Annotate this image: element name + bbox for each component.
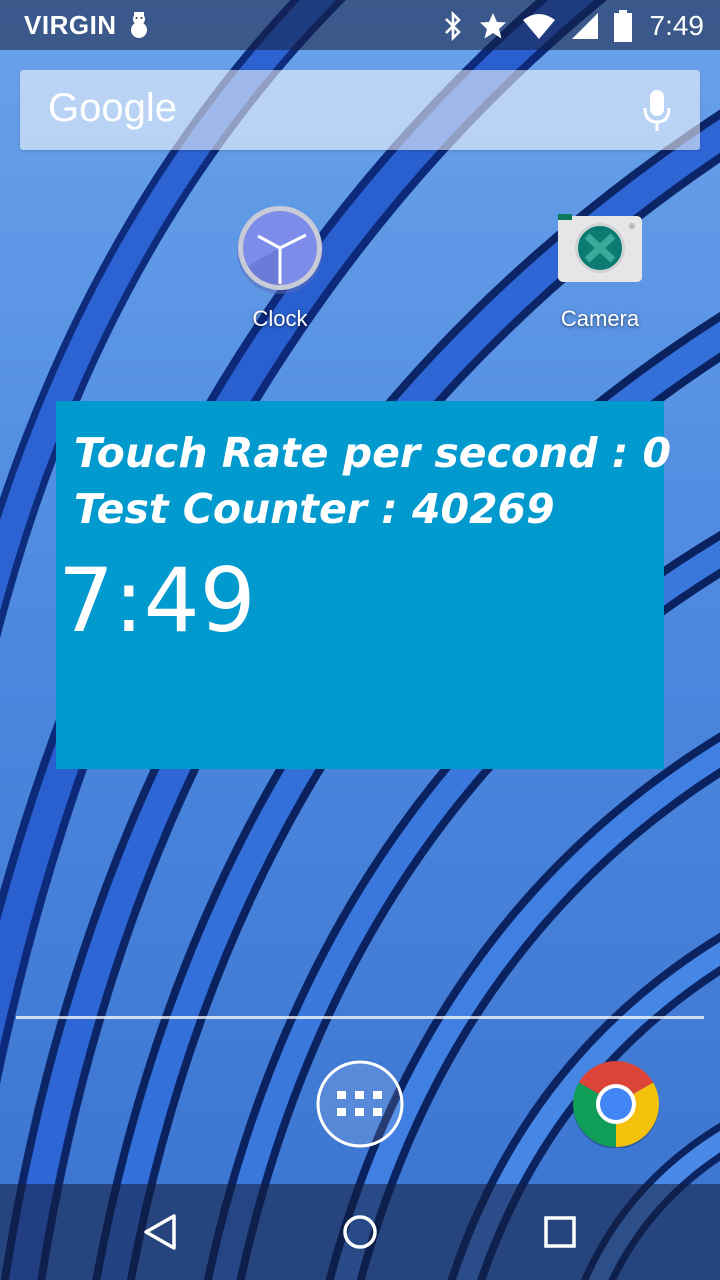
app-label-camera: Camera <box>560 306 640 331</box>
status-bar: VIRGIN 7:49 <box>0 0 720 50</box>
mic-icon[interactable] <box>642 88 672 134</box>
star-icon <box>479 13 506 39</box>
status-time: 7:49 <box>649 10 705 41</box>
touch-test-widget[interactable]: Touch Rate per second : 0 Test Counter :… <box>56 401 671 769</box>
home-screen: VIRGIN 7:49 Google Clock Camera Touch Ra… <box>0 0 720 1280</box>
camera-app-icon <box>558 214 642 282</box>
google-search-bar[interactable]: Google <box>20 70 700 150</box>
battery-icon <box>613 10 632 42</box>
bluetooth-icon <box>444 11 461 41</box>
app-drawer-icon[interactable] <box>316 1060 404 1148</box>
back-icon[interactable] <box>136 1208 184 1256</box>
app-label-clock: Clock <box>252 306 308 331</box>
test-counter-text: Test Counter : 40269 <box>74 485 555 533</box>
clock-app-icon <box>237 206 323 294</box>
chrome-icon[interactable] <box>572 1060 660 1148</box>
app-camera[interactable]: Camera <box>530 204 670 332</box>
home-icon[interactable] <box>336 1208 384 1256</box>
touch-rate-text: Touch Rate per second : 0 <box>74 429 672 477</box>
app-clock[interactable]: Clock <box>210 204 350 332</box>
widget-clock-time: 7:49 <box>58 549 256 652</box>
snowman-icon <box>131 12 147 38</box>
dock-divider <box>16 1016 704 1019</box>
recents-icon[interactable] <box>536 1208 584 1256</box>
signal-icon <box>571 13 598 39</box>
navigation-bar <box>0 1184 720 1280</box>
carrier-name: VIRGIN <box>24 10 117 40</box>
wifi-icon <box>522 14 555 39</box>
google-logo: Google <box>48 86 177 130</box>
